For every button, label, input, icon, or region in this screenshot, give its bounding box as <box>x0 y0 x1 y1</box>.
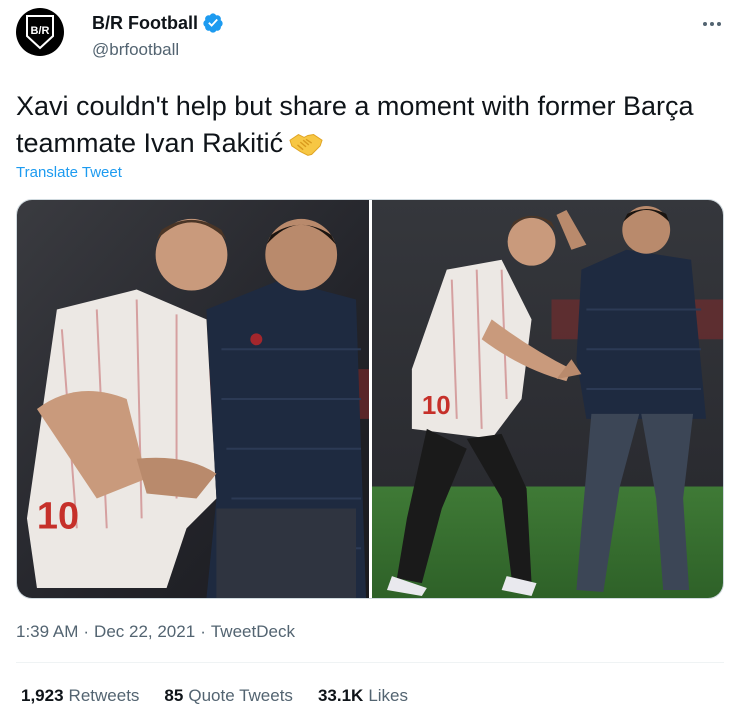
meta-separator: · <box>83 622 90 641</box>
retweets-stat[interactable]: 1,923 Retweets <box>21 686 139 706</box>
retweets-count: 1,923 <box>21 686 64 705</box>
translate-tweet-link[interactable]: Translate Tweet <box>16 164 122 181</box>
br-logo-icon: B/R <box>26 15 54 50</box>
handshake-emoji-icon <box>289 134 323 156</box>
photo-handshake-image: 10 <box>372 200 723 598</box>
divider <box>16 662 724 663</box>
verified-badge-icon <box>203 13 223 33</box>
media-grid: 10 10 <box>16 199 724 599</box>
author-name-row[interactable]: B/R Football <box>92 12 224 34</box>
svg-text:B/R: B/R <box>31 25 50 37</box>
tweet-source[interactable]: TweetDeck <box>211 622 295 642</box>
likes-label: Likes <box>368 686 408 705</box>
photo-right[interactable]: 10 <box>372 200 723 598</box>
quote-tweets-stat[interactable]: 85 Quote Tweets <box>164 686 293 706</box>
more-dot-icon <box>703 22 707 26</box>
meta-separator: · <box>200 622 206 641</box>
tweet-text: Xavi couldn't help but share a moment wi… <box>16 88 716 162</box>
tweet-meta: 1:39 AM · Dec 22, 2021 · TweetDeck <box>16 622 295 642</box>
display-name[interactable]: B/R Football <box>92 13 198 34</box>
likes-stat[interactable]: 33.1K Likes <box>318 686 408 706</box>
tweet-body: Xavi couldn't help but share a moment wi… <box>16 91 694 158</box>
retweets-label: Retweets <box>68 686 140 705</box>
more-options-button[interactable] <box>700 14 724 34</box>
author-handle[interactable]: @brfootball <box>92 40 179 60</box>
photo-embrace-image: 10 <box>17 200 369 598</box>
likes-count: 33.1K <box>317 686 364 705</box>
svg-text:10: 10 <box>422 392 451 420</box>
tweet-stats: 1,923 Retweets 85 Quote Tweets 33.1K Lik… <box>21 686 408 706</box>
svg-text:10: 10 <box>37 495 79 537</box>
tweet-time[interactable]: 1:39 AM <box>16 622 78 642</box>
photo-left[interactable]: 10 <box>17 200 369 598</box>
quote-tweets-label: Quote Tweets <box>188 686 293 705</box>
more-dot-icon <box>717 22 721 26</box>
more-dot-icon <box>710 22 714 26</box>
avatar[interactable]: B/R <box>16 8 64 56</box>
tweet-date[interactable]: Dec 22, 2021 <box>94 622 195 642</box>
quote-tweets-count: 85 <box>164 686 184 705</box>
